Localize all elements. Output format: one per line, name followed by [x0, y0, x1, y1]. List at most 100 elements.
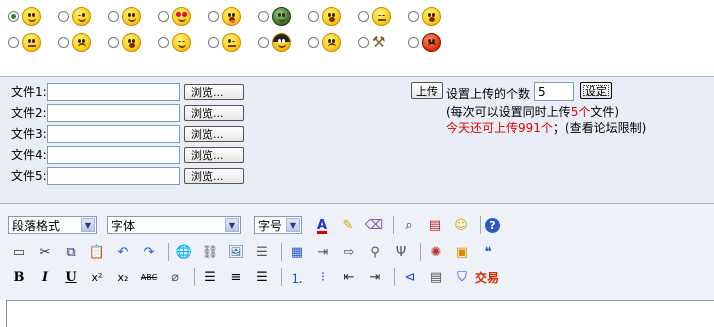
subscript-icon[interactable]: x₂ — [112, 267, 134, 287]
insert-media-icon[interactable]: ▤ — [424, 215, 446, 235]
emoticon-radio[interactable] — [358, 36, 369, 48]
undo-icon[interactable]: ↶ — [112, 242, 134, 262]
insert-table-icon[interactable]: ▦ — [286, 242, 308, 262]
font-size-select[interactable]: 字号 ▼ — [254, 216, 302, 234]
strikethrough-icon[interactable]: ABC — [138, 267, 160, 287]
browse-button-1[interactable]: 浏览... — [184, 83, 244, 100]
upload-button[interactable]: 上传 — [411, 82, 443, 99]
emoticon-option[interactable] — [158, 5, 208, 27]
file-input-2[interactable] — [47, 103, 180, 122]
highlight-icon[interactable]: ✎ — [337, 215, 359, 235]
emoticon-option[interactable] — [8, 31, 58, 53]
emoticon-radio[interactable] — [8, 10, 19, 22]
emoticon-radio[interactable] — [258, 10, 269, 22]
emoticon-radio[interactable] — [208, 36, 219, 48]
emoticon-radio[interactable] — [408, 36, 419, 48]
emoticon-option[interactable] — [308, 5, 358, 27]
emoticon-option[interactable] — [108, 31, 158, 53]
unordered-list-icon[interactable]: ⁝ — [312, 267, 334, 287]
help-icon[interactable]: ? — [485, 217, 500, 233]
align-center-icon[interactable]: ≡ — [225, 267, 247, 287]
shield-icon[interactable]: ⛉ — [451, 267, 473, 287]
underline-icon[interactable]: U — [60, 267, 82, 287]
insert-page-icon[interactable]: ▤ — [425, 267, 447, 287]
browse-button-4[interactable]: 浏览... — [184, 146, 244, 163]
surprised-face-icon — [322, 6, 341, 26]
editor-content-area[interactable] — [6, 300, 714, 327]
emoticon-option[interactable] — [158, 31, 208, 53]
superscript-icon[interactable]: x² — [86, 267, 108, 287]
emoticon-option[interactable] — [408, 5, 458, 27]
trade-button[interactable]: 交易 — [475, 269, 499, 286]
emoticon-option[interactable] — [208, 5, 258, 27]
emoticon-option[interactable] — [408, 31, 458, 53]
font-color-icon[interactable]: A — [311, 215, 333, 235]
emoticon-radio[interactable] — [408, 10, 419, 22]
browse-button-5[interactable]: 浏览... — [184, 167, 244, 184]
remove-format-icon[interactable]: ⌫ — [363, 215, 385, 235]
emoticon-option[interactable] — [308, 31, 358, 53]
file-input-3[interactable] — [47, 124, 180, 143]
emoticon-option[interactable] — [108, 5, 158, 27]
insert-media-player-icon[interactable]: ▣ — [451, 242, 473, 262]
delete-row-icon[interactable]: ⚲ — [364, 242, 386, 262]
browse-button-2[interactable]: 浏览... — [184, 104, 244, 121]
upload-count-input[interactable]: 5 — [534, 82, 574, 101]
emoticon-icon[interactable]: ☺ — [450, 215, 472, 235]
align-right-icon[interactable]: ☰ — [251, 267, 273, 287]
new-document-icon[interactable]: ▭ — [8, 242, 30, 262]
bold-icon[interactable]: B — [8, 267, 30, 287]
indent-icon[interactable]: ⇥ — [364, 267, 386, 287]
emoticon-radio[interactable] — [58, 10, 69, 22]
emoticon-radio[interactable] — [108, 36, 119, 48]
insert-paragraph-icon[interactable]: ⊲ — [399, 267, 421, 287]
insert-row-icon[interactable]: ⇨ — [338, 242, 360, 262]
ordered-list-icon[interactable]: ⒈ — [286, 267, 308, 287]
emoticon-option[interactable] — [208, 31, 258, 53]
unlink-icon[interactable]: ⛓ — [199, 242, 221, 262]
emoticon-radio[interactable] — [58, 36, 69, 48]
redo-icon[interactable]: ↷ — [138, 242, 160, 262]
file-input-1[interactable] — [47, 82, 180, 101]
emoticon-radio[interactable] — [308, 10, 319, 22]
emoticon-option[interactable] — [258, 31, 308, 53]
toolbar-separator — [194, 268, 195, 286]
insert-link-icon[interactable]: 🌐 — [173, 242, 195, 262]
align-left-icon[interactable]: ☰ — [199, 267, 221, 287]
find-icon[interactable]: ⌕ — [398, 215, 420, 235]
italic-icon[interactable]: I — [34, 267, 56, 287]
emoticon-option[interactable] — [358, 5, 408, 27]
delete-column-icon[interactable]: Ψ — [390, 242, 412, 262]
eraser-icon[interactable]: ⌀ — [164, 267, 186, 287]
copy-icon[interactable]: ⧉ — [60, 242, 82, 262]
emoticon-radio[interactable] — [158, 10, 169, 22]
emoticon-radio[interactable] — [308, 36, 319, 48]
insert-quote-icon[interactable]: ❝ — [477, 242, 499, 262]
insert-image-icon[interactable]: 🖼 — [225, 242, 247, 262]
horizontal-rule-icon[interactable]: ☰ — [251, 242, 273, 262]
emoticon-option[interactable]: ⚒ — [358, 31, 408, 53]
forum-limit-link[interactable]: ；(查看论坛限制) — [553, 121, 646, 135]
file-input-5[interactable] — [47, 166, 180, 185]
emoticon-radio[interactable] — [8, 36, 19, 48]
emoticon-option[interactable] — [258, 5, 308, 27]
emoticon-radio[interactable] — [208, 10, 219, 22]
outdent-icon[interactable]: ⇤ — [338, 267, 360, 287]
emoticon-radio[interactable] — [108, 10, 119, 22]
insert-flash-icon[interactable]: ✺ — [425, 242, 447, 262]
toolbar-row-2: ▭ ✂ ⧉ 📋 ↶ ↷ 🌐 ⛓ 🖼 ☰ ▦ ⇥ ⇨ ⚲ Ψ ✺ ▣ ❝ — [8, 241, 503, 263]
browse-button-3[interactable]: 浏览... — [184, 125, 244, 142]
emoticon-radio[interactable] — [258, 36, 269, 48]
cut-icon[interactable]: ✂ — [34, 242, 56, 262]
emoticon-radio[interactable] — [358, 10, 369, 22]
font-family-select[interactable]: 字体 ▼ — [107, 216, 241, 234]
emoticon-option[interactable] — [58, 5, 108, 27]
paragraph-format-select[interactable]: 段落格式 ▼ — [8, 216, 97, 234]
emoticon-option[interactable] — [8, 5, 58, 27]
insert-column-icon[interactable]: ⇥ — [312, 242, 334, 262]
emoticon-option[interactable] — [58, 31, 108, 53]
paste-icon[interactable]: 📋 — [86, 242, 108, 262]
emoticon-radio[interactable] — [158, 36, 169, 48]
set-count-button[interactable]: 设定 — [580, 82, 612, 99]
file-input-4[interactable] — [47, 145, 180, 164]
